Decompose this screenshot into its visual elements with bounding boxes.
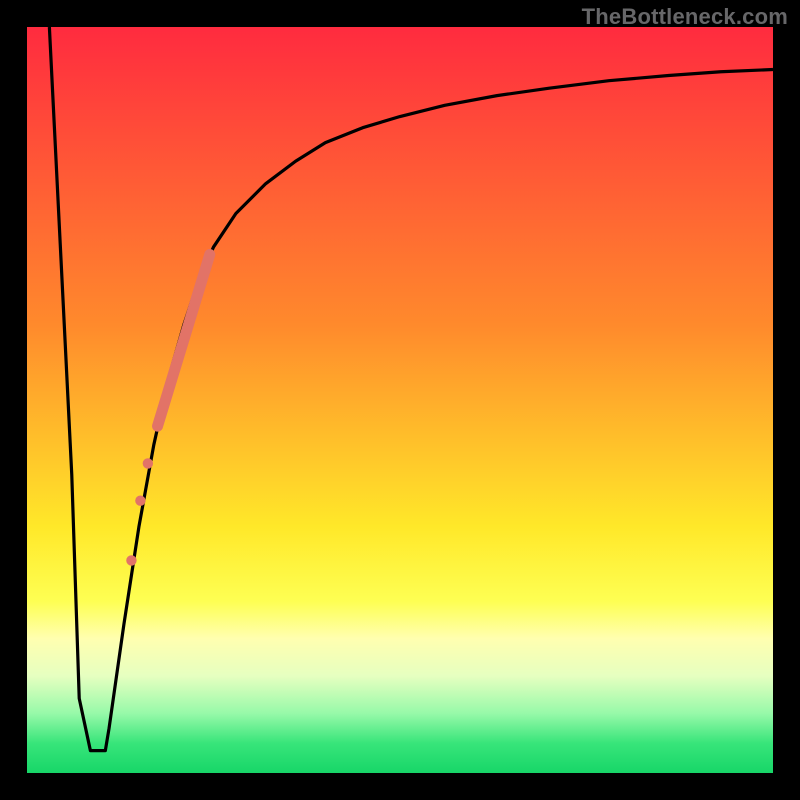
chart-svg	[27, 27, 773, 773]
dot-2	[135, 496, 145, 506]
dot-3	[126, 555, 136, 565]
watermark-text: TheBottleneck.com	[582, 4, 788, 30]
plot-area	[27, 27, 773, 773]
chart-container: TheBottleneck.com	[0, 0, 800, 800]
gradient-background	[27, 27, 773, 773]
dot-1	[143, 458, 153, 468]
